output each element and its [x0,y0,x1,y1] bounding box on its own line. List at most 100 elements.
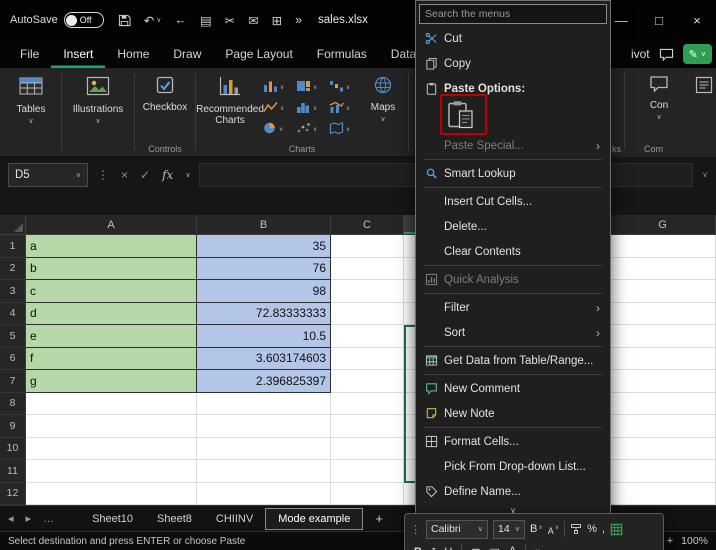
row-header-4[interactable]: 4 [0,302,26,325]
redo-icon[interactable]: ← [174,13,187,27]
cell-g6[interactable] [610,347,716,370]
tab-file[interactable]: File [8,40,51,68]
zoom-in-button[interactable]: + [667,535,673,547]
autosave-toggle[interactable]: Off [63,12,104,28]
cell-a8[interactable] [26,392,197,415]
decrease-font-button[interactable]: A ∨ [548,523,559,536]
cell-c7[interactable] [331,370,404,393]
cell-a10[interactable] [26,437,197,460]
histogram-chart-button[interactable]: ∨ [296,99,326,118]
illustrations-button[interactable]: Illustrations ∨ [65,72,131,126]
partial-ribbon-button[interactable] [695,76,713,99]
cell-g4[interactable] [610,302,716,325]
cell-a7[interactable]: g [26,370,197,393]
cell-c4[interactable] [331,302,404,325]
menu-item-delete[interactable]: Delete... [418,214,608,239]
undo-icon[interactable]: ↶ ∨ [144,13,162,28]
menu-item-define-name[interactable]: Define Name... [418,479,608,504]
cell-g3[interactable] [610,280,716,303]
column-header-a[interactable]: A [26,215,197,235]
menu-search-input[interactable] [419,4,607,24]
cell-c8[interactable] [331,392,404,415]
menu-item-sort[interactable]: Sort › [418,320,608,345]
row-header-8[interactable]: 8 [0,392,26,415]
cell-g9[interactable] [610,415,716,438]
row-header-9[interactable]: 9 [0,415,26,438]
cell-a4[interactable]: d [26,302,197,325]
insert-function-icon[interactable]: fx [162,168,173,182]
autosave-control[interactable]: AutoSave Off [10,12,104,28]
bold-button[interactable]: B [414,546,422,550]
name-box[interactable]: D5 ∨ [8,162,88,187]
more-commands-icon[interactable]: » [295,13,302,27]
comments-button[interactable] [659,48,674,61]
row-header-5[interactable]: 5 [0,325,26,348]
menu-item-get-data-from-table-range[interactable]: Get Data from Table/Range... [418,348,608,373]
row-header-12[interactable]: 12 [0,482,26,505]
column-chart-button[interactable]: ∨ [263,78,293,97]
map-chart-button[interactable]: ∨ [329,120,359,139]
cell-g11[interactable] [610,460,716,483]
increase-font-button[interactable]: B ∧ [530,523,543,535]
pie-chart-button[interactable]: ∨ [263,120,293,139]
cell-b12[interactable] [197,482,331,505]
cell-c1[interactable] [331,235,404,258]
zoom-level[interactable]: 100% [681,535,708,547]
row-header-7[interactable]: 7 [0,370,26,393]
menu-item-filter[interactable]: Filter › [418,295,608,320]
menu-item-clear-contents[interactable]: Clear Contents [418,239,608,264]
cell-a11[interactable] [26,460,197,483]
cell-c2[interactable] [331,257,404,280]
cell-b3[interactable]: 98 [197,280,331,303]
sheet-tab-mode-example[interactable]: Mode example [265,507,364,530]
sheet-nav-left-icon[interactable]: ◂ [8,512,14,525]
cell-b5[interactable]: 10.5 [197,325,331,348]
column-header-b[interactable]: B [197,215,331,235]
cell-b8[interactable] [197,392,331,415]
column-header-g[interactable]: G [610,215,716,235]
hierarchy-chart-button[interactable]: ∨ [296,78,326,97]
cell-b6[interactable]: 3.603174603 [197,347,331,370]
select-all-button[interactable] [0,215,26,235]
percent-style-button[interactable]: % [587,523,597,535]
scatter-chart-button[interactable]: ∨ [296,120,326,139]
font-size-select[interactable]: 14 ∨ [493,519,525,539]
close-button[interactable]: × [678,0,716,40]
tables-button[interactable]: Tables ∨ [4,72,58,126]
comma-style-button[interactable]: , [602,523,605,535]
table-icon[interactable]: ⊞ [272,13,282,28]
comment-ribbon-button[interactable]: Con ∨ [632,72,686,122]
cut-icon[interactable]: ✂ [225,13,235,28]
tab-formulas[interactable]: Formulas [305,40,379,68]
row-header-3[interactable]: 3 [0,280,26,303]
cell-g12[interactable] [610,482,716,505]
menu-item-insert-cut-cells[interactable]: Insert Cut Cells... [418,189,608,214]
font-name-select[interactable]: Calibri ∨ [426,519,488,539]
cell-b2[interactable]: 76 [197,257,331,280]
cell-a6[interactable]: f [26,347,197,370]
expand-formula-bar-icon[interactable]: ∨ [702,170,708,179]
borders-button[interactable]: ⊞ [471,546,480,550]
print-icon[interactable]: ▤ [200,13,212,28]
row-header-6[interactable]: 6 [0,347,26,370]
column-header-c[interactable]: C [331,215,404,235]
waterfall-chart-button[interactable]: ∨ [329,78,359,97]
toolbar-handle-icon[interactable]: ⋮ [410,523,421,536]
cell-g5[interactable] [610,325,716,348]
cell-c11[interactable] [331,460,404,483]
cell-c5[interactable] [331,325,404,348]
cell-c3[interactable] [331,280,404,303]
enter-icon[interactable]: ✓ [140,168,150,182]
more-formats-icon[interactable]: » [535,546,541,550]
row-header-10[interactable]: 10 [0,437,26,460]
cell-b9[interactable] [197,415,331,438]
editing-button[interactable]: ✎ ∨ [682,44,712,64]
cell-a2[interactable]: b [26,257,197,280]
cell-a12[interactable] [26,482,197,505]
new-sheet-button[interactable]: + [375,511,383,526]
cell-g1[interactable] [610,235,716,258]
sheet-nav-right-icon[interactable]: ▸ [26,512,32,525]
save-icon[interactable] [118,14,131,27]
line-chart-button[interactable]: ∨ [263,99,293,118]
cell-c6[interactable] [331,347,404,370]
